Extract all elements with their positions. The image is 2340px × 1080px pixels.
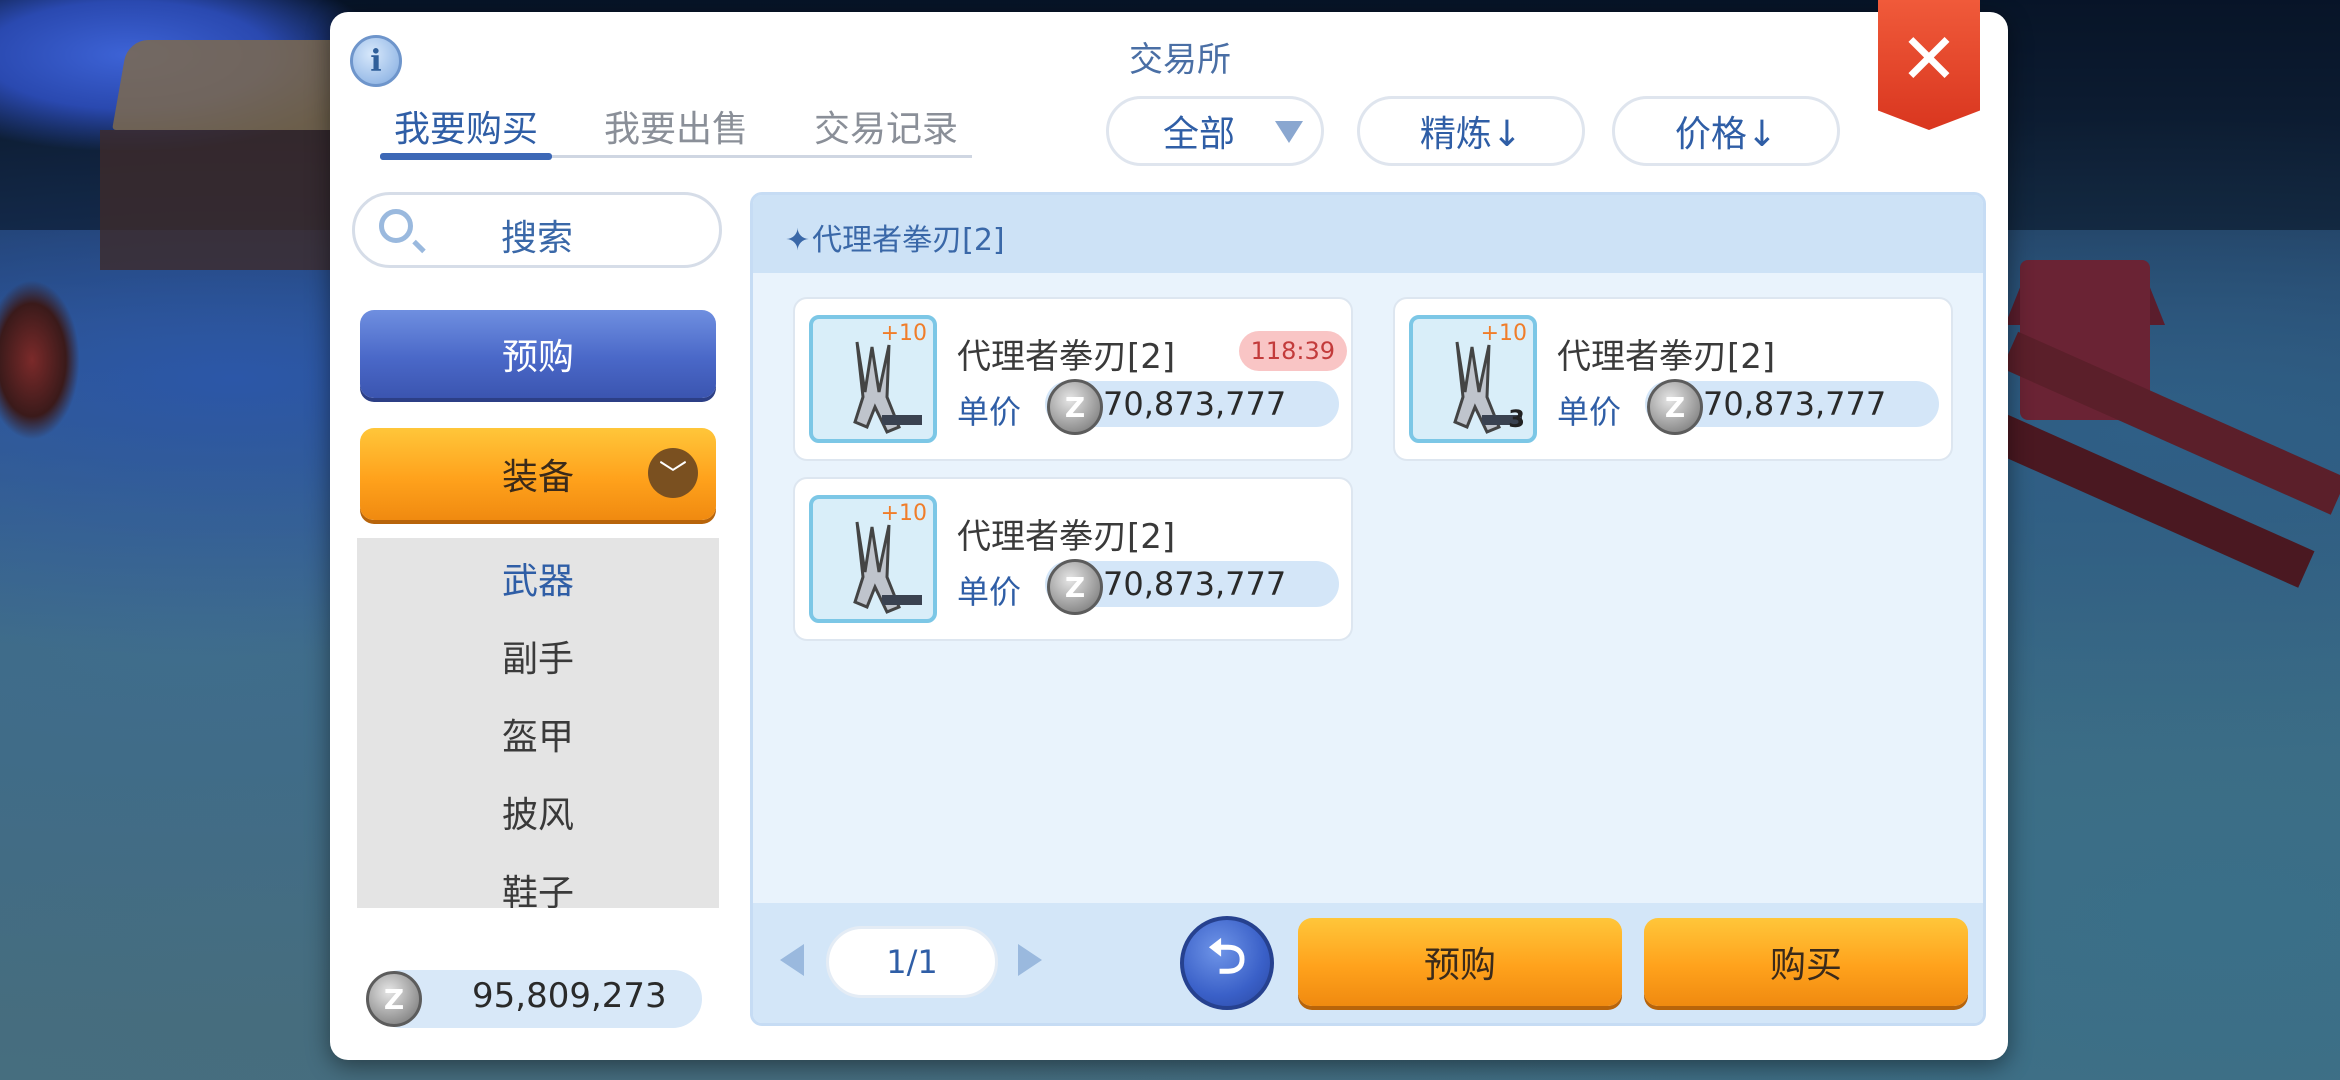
subcategory-cloak[interactable]: 披风 [357,786,719,838]
unit-price-label: 单价 [957,393,1022,431]
zeny-coin-icon: Z [1647,379,1703,435]
unit-price-label: 单价 [1557,393,1622,431]
dropdown-triangle-icon [1275,121,1303,143]
unit-price-value: 70,873,777 [1103,385,1287,423]
subcategory-list: 武器 副手 盔甲 披风 鞋子 [357,538,719,908]
refine-sort-button[interactable]: 精炼↓ [1357,96,1585,166]
listing-card[interactable]: +10 代理者拳刃[2] 单价 Z 70,873,777 [793,477,1353,641]
search-label: 搜索 [500,218,573,259]
zeny-coin-icon: Z [1047,559,1103,615]
stack-quantity: 3 [1508,405,1525,433]
refresh-icon: ⮌ [1207,928,1247,985]
refine-level: +10 [880,501,927,526]
chevron-down-icon: ﹀ [648,448,698,498]
subcategory-weapon[interactable]: 武器 [357,552,719,604]
item-icon: +10 [809,315,937,443]
sidebar-preorder-button[interactable]: 预购 [360,310,716,398]
info-icon[interactable]: i [350,35,402,87]
refine-level: +10 [1480,321,1527,346]
time-remaining-badge: 118:39 [1238,331,1347,371]
unit-price-value: 70,873,777 [1103,565,1287,603]
listing-panel: ✦代理者拳刃[2] +10 代理者拳刃[2] 118:39 单价 Z 70,87… [750,192,1986,1026]
monster [0,280,80,440]
item-name: 代理者拳刃[2] [1557,337,1776,377]
listing-card[interactable]: +10 代理者拳刃[2] 118:39 单价 Z 70,873,777 [793,297,1353,461]
page-indicator: 1/1 [826,926,998,998]
type-filter-value: 全部 [1163,114,1236,155]
unit-price-label: 单价 [957,573,1022,611]
unit-price-value: 70,873,777 [1703,385,1887,423]
shrine [100,130,330,270]
item-icon: +10 [809,495,937,623]
zeny-coin-icon: Z [1047,379,1103,435]
sparkle-icon: ✦ [785,223,811,258]
subcategory-armor[interactable]: 盔甲 [357,708,719,760]
search-button[interactable]: 搜索 [352,192,722,268]
shrine-roof [112,40,358,130]
subcategory-offhand[interactable]: 副手 [357,630,719,682]
balance-amount: 95,809,273 [472,976,667,1016]
buy-button[interactable]: 购买 [1644,918,1968,1006]
price-sort-button[interactable]: 价格↓ [1612,96,1840,166]
active-tab-indicator [380,153,552,160]
equipment-category-button[interactable]: 装备 ﹀ [360,428,716,520]
katar-weapon-icon [853,341,922,434]
refresh-button[interactable]: ⮌ [1180,916,1274,1010]
item-name: 代理者拳刃[2] [957,517,1176,557]
tab-history[interactable]: 交易记录 [800,100,972,152]
tab-sell[interactable]: 我要出售 [590,100,762,152]
prev-page-icon[interactable] [780,944,804,976]
zeny-coin-icon: Z [366,971,422,1027]
preorder-button[interactable]: 预购 [1298,918,1622,1006]
type-filter-dropdown[interactable]: 全部 [1106,96,1324,166]
listing-title: ✦代理者拳刃[2] [785,223,1005,258]
panel-title: 交易所 [1129,40,1231,80]
listing-card[interactable]: +10 3 代理者拳刃[2] 单价 Z 70,873,777 [1393,297,1953,461]
listing-header: ✦代理者拳刃[2] [753,195,1983,273]
equipment-category-label: 装备 [501,457,574,498]
next-page-icon[interactable] [1018,944,1042,976]
item-name: 代理者拳刃[2] [957,337,1176,377]
tab-buy[interactable]: 我要购买 [380,100,552,152]
zeny-balance: Z 95,809,273 [366,970,702,1028]
katar-weapon-icon [853,521,922,614]
item-icon: +10 3 [1409,315,1537,443]
subcategory-shoes[interactable]: 鞋子 [357,864,719,908]
refine-level: +10 [880,321,927,346]
close-button[interactable]: ✕ [1878,0,1980,130]
close-icon: ✕ [1899,18,1959,100]
